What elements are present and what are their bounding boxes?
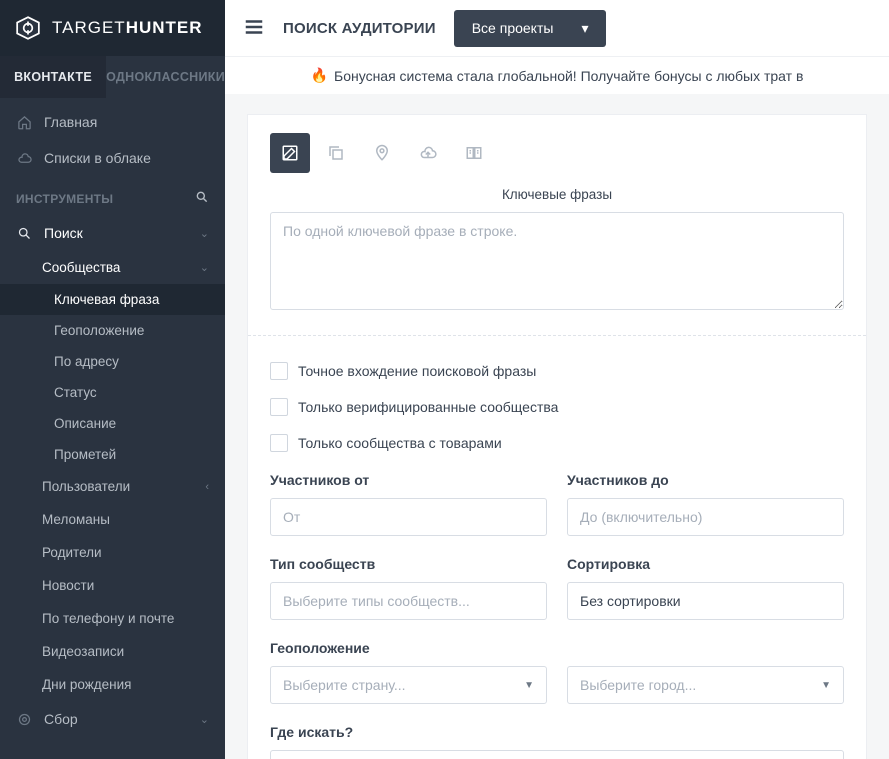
sort-value: Без сортировки bbox=[580, 593, 681, 609]
caret-down-icon: ▼ bbox=[524, 680, 534, 691]
members-from-label: Участников от bbox=[270, 472, 547, 488]
caret-down-icon: ▾ bbox=[581, 20, 588, 37]
country-placeholder: Выберите страну... bbox=[283, 677, 406, 693]
label-exact-match: Точное вхождение поисковой фразы bbox=[298, 363, 536, 379]
subsubnav-communities: Ключевая фраза Геоположение По адресу Ст… bbox=[0, 284, 225, 470]
tool-cloud-upload[interactable] bbox=[408, 133, 448, 173]
label-verified: Только верифицированные сообщества bbox=[298, 399, 558, 415]
sub-communities[interactable]: Сообщества ⌄ bbox=[0, 251, 225, 284]
nav-section-tools: ИНСТРУМЕНТЫ bbox=[0, 176, 225, 215]
search-icon bbox=[16, 225, 32, 241]
ss-key-phrase[interactable]: Ключевая фраза bbox=[0, 284, 225, 315]
nav-collect-label: Сбор bbox=[44, 711, 78, 727]
checkbox-goods[interactable] bbox=[270, 434, 288, 452]
subnav-search: Сообщества ⌄ Ключевая фраза Геоположение… bbox=[0, 251, 225, 701]
chevron-down-icon: ⌄ bbox=[200, 713, 209, 726]
check-goods-row: Только сообщества с товарами bbox=[270, 430, 844, 452]
type-label: Тип сообществ bbox=[270, 556, 547, 572]
checkbox-verified[interactable] bbox=[270, 398, 288, 416]
tool-location[interactable] bbox=[362, 133, 402, 173]
form-card: Ключевые фразы Точное вхождение поисково… bbox=[247, 114, 867, 759]
main: ПОИСК АУДИТОРИИ Все проекты ▾ 🔥 Бонусная… bbox=[225, 0, 889, 759]
logo-bar: TARGETHUNTER bbox=[0, 0, 225, 56]
sub-phone-mail[interactable]: По телефону и почте bbox=[0, 602, 225, 635]
sub-birthdays[interactable]: Дни рождения bbox=[0, 668, 225, 701]
nav: Главная Списки в облаке ИНСТРУМЕНТЫ Поис… bbox=[0, 98, 225, 759]
nav-search-label: Поиск bbox=[44, 225, 83, 241]
members-to-input[interactable] bbox=[567, 498, 844, 536]
content: Ключевые фразы Точное вхождение поисково… bbox=[225, 94, 889, 759]
ss-status[interactable]: Статус bbox=[0, 377, 225, 408]
sub-news[interactable]: Новости bbox=[0, 569, 225, 602]
nav-home-label: Главная bbox=[44, 114, 97, 130]
sort-select[interactable]: Без сортировки bbox=[567, 582, 844, 620]
where-select[interactable]: Только в TargetHunter bbox=[270, 750, 844, 759]
check-exact-match-row: Точное вхождение поисковой фразы bbox=[270, 358, 844, 380]
notice-text: Бонусная система стала глобальной! Получ… bbox=[334, 68, 803, 84]
card-toolbar bbox=[270, 133, 844, 173]
city-placeholder: Выберите город... bbox=[580, 677, 696, 693]
city-select[interactable]: Выберите город... ▼ bbox=[567, 666, 844, 704]
tab-vkontakte[interactable]: ВКОНТАКТЕ bbox=[0, 56, 106, 98]
topbar: ПОИСК АУДИТОРИИ Все проекты ▾ bbox=[225, 0, 889, 56]
fire-icon: 🔥 bbox=[311, 67, 328, 84]
projects-label: Все проекты bbox=[472, 20, 554, 36]
where-label: Где искать? bbox=[270, 724, 844, 740]
projects-dropdown[interactable]: Все проекты ▾ bbox=[454, 10, 607, 47]
sub-videos[interactable]: Видеозаписи bbox=[0, 635, 225, 668]
caret-down-icon: ▼ bbox=[821, 680, 831, 691]
sort-label: Сортировка bbox=[567, 556, 844, 572]
separator bbox=[248, 335, 866, 336]
ss-prometheus[interactable]: Прометей bbox=[0, 439, 225, 470]
key-phrases-input[interactable] bbox=[270, 212, 844, 310]
cloud-icon bbox=[16, 150, 32, 166]
label-goods: Только сообщества с товарами bbox=[298, 435, 502, 451]
hamburger-icon[interactable] bbox=[243, 16, 265, 41]
logo-text: TARGETHUNTER bbox=[52, 18, 203, 38]
sidebar: TARGETHUNTER ВКОНТАКТЕ ОДНОКЛАССНИКИ Гла… bbox=[0, 0, 225, 759]
ss-geo[interactable]: Геоположение bbox=[0, 315, 225, 346]
nav-home[interactable]: Главная bbox=[0, 104, 225, 140]
chevron-down-icon: ⌄ bbox=[200, 227, 209, 240]
members-from-input[interactable] bbox=[270, 498, 547, 536]
checkbox-exact-match[interactable] bbox=[270, 362, 288, 380]
chevron-down-icon: ⌄ bbox=[200, 261, 209, 274]
sub-users[interactable]: Пользователи ‹ bbox=[0, 470, 225, 503]
type-select[interactable]: Выберите типы сообществ... bbox=[270, 582, 547, 620]
geo-label: Геоположение bbox=[270, 640, 844, 656]
target-icon bbox=[16, 711, 32, 727]
ss-address[interactable]: По адресу bbox=[0, 346, 225, 377]
nav-cloud-lists[interactable]: Списки в облаке bbox=[0, 140, 225, 176]
tool-edit[interactable] bbox=[270, 133, 310, 173]
tool-copy[interactable] bbox=[316, 133, 356, 173]
notice-bar: 🔥 Бонусная система стала глобальной! Пол… bbox=[225, 56, 889, 94]
ss-description[interactable]: Описание bbox=[0, 408, 225, 439]
search-tools-icon[interactable] bbox=[195, 190, 209, 207]
nav-collect[interactable]: Сбор ⌄ bbox=[0, 701, 225, 737]
chevron-left-icon: ‹ bbox=[205, 481, 209, 493]
home-icon bbox=[16, 114, 32, 130]
members-to-label: Участников до bbox=[567, 472, 844, 488]
social-tabs: ВКОНТАКТЕ ОДНОКЛАССНИКИ bbox=[0, 56, 225, 98]
key-phrases-label: Ключевые фразы bbox=[270, 187, 844, 202]
sub-parents[interactable]: Родители bbox=[0, 536, 225, 569]
country-select[interactable]: Выберите страну... ▼ bbox=[270, 666, 547, 704]
page-title: ПОИСК АУДИТОРИИ bbox=[283, 20, 436, 37]
check-verified-row: Только верифицированные сообщества bbox=[270, 394, 844, 416]
nav-cloud-lists-label: Списки в облаке bbox=[44, 150, 151, 166]
sub-melomans[interactable]: Меломаны bbox=[0, 503, 225, 536]
tool-book[interactable] bbox=[454, 133, 494, 173]
nav-search[interactable]: Поиск ⌄ bbox=[0, 215, 225, 251]
tab-odnoklassniki[interactable]: ОДНОКЛАССНИКИ bbox=[106, 56, 225, 98]
type-placeholder: Выберите типы сообществ... bbox=[283, 593, 470, 609]
logo-icon bbox=[14, 14, 42, 42]
